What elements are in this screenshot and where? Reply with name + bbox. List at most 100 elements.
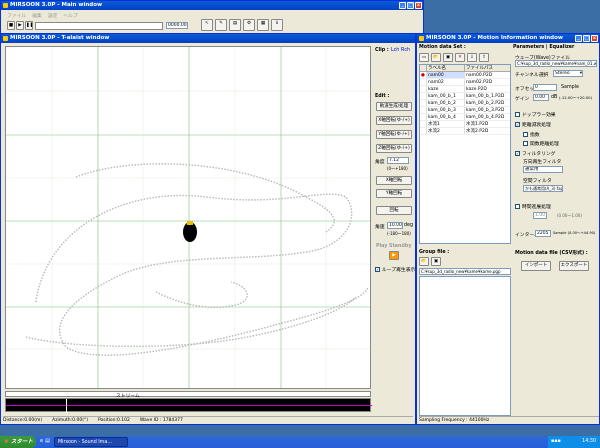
- tool-pen-icon[interactable]: ✎: [215, 19, 227, 31]
- angle-unit: deg: [404, 223, 414, 228]
- column-label[interactable]: ラベル名: [426, 65, 464, 71]
- main-window-title: MIRSOON 3.0P - Main window: [10, 2, 103, 8]
- start-button[interactable]: ❖ スタート: [0, 436, 36, 448]
- play-standby-icon[interactable]: ▶: [389, 251, 399, 260]
- time-input[interactable]: 1.00: [533, 212, 547, 219]
- channel-select[interactable]: Stereo ▾: [553, 70, 583, 77]
- interval-input[interactable]: 2205: [535, 230, 551, 237]
- export-button[interactable]: エクスポート: [559, 261, 589, 271]
- amount-label: 角度: [375, 160, 385, 165]
- pause-icon[interactable]: ❚❚: [25, 21, 33, 30]
- direction-filter-input[interactable]: 通常用: [523, 166, 563, 173]
- tool-window-icon[interactable]: ▤: [229, 19, 241, 31]
- table-row[interactable]: kam_00_b_4 kam_00_b_4.P2D: [420, 114, 510, 121]
- new-icon[interactable]: ▭: [419, 53, 429, 62]
- clip-right-link[interactable]: Rch: [401, 48, 410, 53]
- rotate-button[interactable]: 回転: [376, 206, 412, 215]
- row-label: 水流2: [426, 128, 464, 134]
- waveform-strip[interactable]: [5, 398, 372, 413]
- equalizer-tab[interactable]: Equalizer: [549, 45, 574, 50]
- wave-file-input[interactable]: C:¥sup_3d_radio_new¥kame¥nam_01.wav: [515, 60, 597, 67]
- taskbar-task[interactable]: Mirsoon - Sound Ima...: [54, 437, 128, 447]
- interval-unit: Sample (0.00〜+44.90): [553, 231, 596, 235]
- table-row[interactable]: kam_00_b_3 kam_00_b_3.P2D: [420, 107, 510, 114]
- tool-info-icon[interactable]: ℹ: [271, 19, 283, 31]
- maximize-icon[interactable]: □: [407, 2, 414, 9]
- loop-checkbox[interactable]: ✓ ループ再生表示: [375, 266, 415, 273]
- playhead[interactable]: [66, 399, 67, 413]
- filter-label: フィルタリング: [522, 152, 556, 157]
- time-checkbox[interactable]: 時間進展処理: [515, 203, 551, 210]
- transport-controls: ■ ▶ ❚❚: [7, 21, 33, 30]
- close-icon[interactable]: x: [415, 2, 422, 9]
- minimize-icon[interactable]: _: [575, 35, 582, 42]
- gain-range: (-12.00〜+20.00): [559, 95, 593, 100]
- exponent-checkbox[interactable]: 指数: [523, 131, 540, 138]
- filter-checkbox[interactable]: ✓ フィルタリング: [515, 150, 555, 157]
- group-list[interactable]: [419, 276, 511, 416]
- top-view-titlebar[interactable]: MIRSOON 3.0P - T-alaist window: [1, 34, 415, 43]
- space-filter-input[interactable]: かも通常用(A_3).fap: [523, 185, 563, 192]
- import-icon[interactable]: ⇩: [467, 53, 477, 62]
- table-row[interactable]: 水流1 水流1.P2D: [420, 121, 510, 128]
- amount-input[interactable]: 7.12: [387, 157, 409, 164]
- close-icon[interactable]: x: [591, 35, 598, 42]
- table-row[interactable]: nam02 nam02.P2D: [420, 79, 510, 86]
- x-axis-button[interactable]: X軸回転: [376, 176, 412, 185]
- angle-input[interactable]: 10.00: [387, 222, 403, 229]
- space-filter-label: 空間フィルタ: [523, 179, 552, 184]
- tool-grid-icon[interactable]: ▦: [257, 19, 269, 31]
- main-toolbar: ↖ ✎ ▤ ⚙ ▦ ℹ: [201, 19, 283, 31]
- timeline-slider[interactable]: [35, 22, 163, 30]
- delete-icon[interactable]: ✕: [455, 53, 465, 62]
- menu-help[interactable]: ヘルプ: [63, 12, 77, 19]
- folder-icon[interactable]: ▤: [45, 438, 50, 444]
- table-row[interactable]: 水流2 水流2.P2D: [420, 128, 510, 135]
- import-button[interactable]: インポート: [521, 261, 551, 271]
- table-row[interactable]: ● nam00 nam00.P2D: [420, 72, 510, 79]
- minimize-icon[interactable]: _: [399, 2, 406, 9]
- table-row[interactable]: kaze kaze.P2D: [420, 86, 510, 93]
- table-row[interactable]: kam_00_b_1 kam_00_b_1.P2D: [420, 93, 510, 100]
- function-distance-checkbox[interactable]: 関数距離処理: [523, 140, 559, 147]
- main-window-titlebar[interactable]: MIRSOON 3.0P - Main window _ □ x: [1, 1, 423, 10]
- time-ruler[interactable]: ストリーム: [5, 391, 371, 399]
- column-path[interactable]: ファイルパス: [464, 65, 510, 71]
- generate-button[interactable]: 軌道生成/処理: [376, 102, 412, 111]
- maximize-icon[interactable]: □: [583, 35, 590, 42]
- row-label: nam02: [426, 79, 464, 85]
- trajectory-canvas[interactable]: [5, 46, 371, 389]
- motion-window-titlebar[interactable]: MIRSOON 3.0P - Motion Information window…: [417, 34, 599, 43]
- tool-cursor-icon[interactable]: ↖: [201, 19, 213, 31]
- waveform-line: [6, 405, 372, 406]
- gain-input[interactable]: 0.00: [533, 94, 549, 101]
- angle-range: (-180〜180): [387, 231, 411, 236]
- group-open-icon[interactable]: 📂: [419, 257, 429, 266]
- stop-icon[interactable]: ■: [7, 21, 15, 30]
- x-rotate-button[interactable]: X軸回転(ゆ-/+): [376, 116, 412, 125]
- clip-left-link[interactable]: Lch: [391, 48, 399, 53]
- export-icon[interactable]: ⇧: [479, 53, 489, 62]
- ie-icon[interactable]: e: [40, 438, 43, 444]
- z-rotate-button[interactable]: Z軸回転(ゆ-/+): [376, 144, 412, 153]
- menu-edit[interactable]: 編集: [32, 12, 42, 19]
- save-icon[interactable]: ▣: [443, 53, 453, 62]
- gain-label: ゲイン: [515, 97, 530, 102]
- row-path: nam02.P2D: [464, 79, 510, 85]
- tool-settings-icon[interactable]: ⚙: [243, 19, 255, 31]
- distance-checkbox[interactable]: ✓ 距離減衰処理: [515, 121, 551, 128]
- time-readout: 0000.00: [166, 22, 188, 29]
- parameters-tab[interactable]: Parameters: [513, 45, 544, 50]
- group-save-icon[interactable]: ▣: [431, 257, 441, 266]
- y-rotate-button[interactable]: Y軸回転(ゆ-/+): [376, 130, 412, 139]
- status-position: Position:0.102: [97, 418, 130, 423]
- group-file-path[interactable]: C:¥sup_3d_radio_new¥kame¥kame.pgp: [419, 268, 511, 275]
- table-row[interactable]: kam_00_b_2 kam_00_b_2.P2D: [420, 100, 510, 107]
- doppler-checkbox[interactable]: ドップラー効果: [515, 111, 556, 118]
- y-axis-button[interactable]: Y軸回転: [376, 189, 412, 198]
- menu-file[interactable]: ファイル: [7, 12, 26, 19]
- play-icon[interactable]: ▶: [16, 21, 24, 30]
- offset-input[interactable]: 0: [533, 84, 557, 91]
- open-icon[interactable]: 📂: [431, 53, 441, 62]
- menu-settings[interactable]: 設定: [48, 12, 58, 19]
